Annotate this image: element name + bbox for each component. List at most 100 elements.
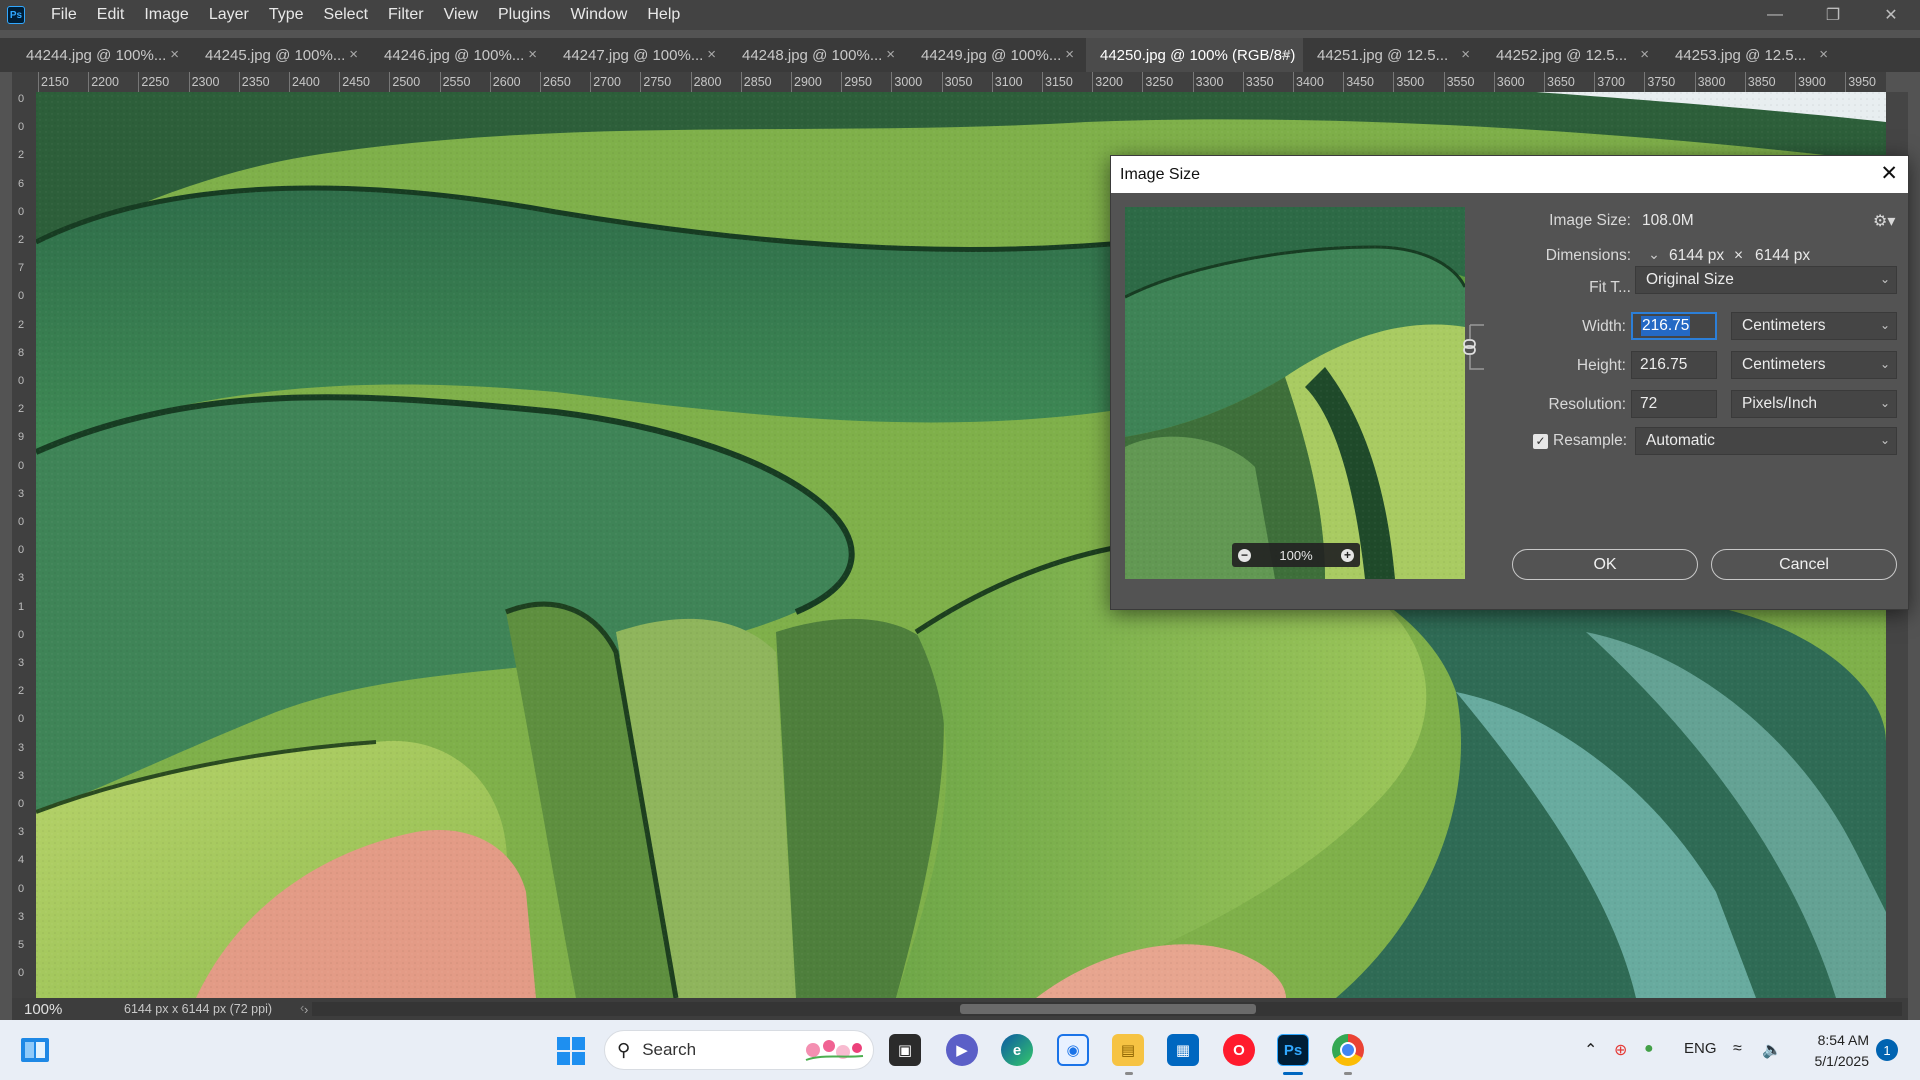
tab-44250-active[interactable]: 44250.jpg @ 100% (RGB/8#) × xyxy=(1086,38,1303,72)
ruler-tick-label: 1 xyxy=(17,600,25,613)
clock-date[interactable]: 5/1/2025 xyxy=(1805,1053,1870,1069)
cancel-button[interactable]: Cancel xyxy=(1711,549,1897,580)
width-input[interactable]: 216.75 xyxy=(1631,312,1717,340)
zoom-in-icon[interactable]: + xyxy=(1341,548,1354,562)
restore-button[interactable]: ❐ xyxy=(1804,0,1862,30)
width-value: 216.75 xyxy=(1641,316,1691,336)
close-icon: ✕ xyxy=(1884,7,1898,24)
taskbar-file-manager-icon[interactable]: ▣ xyxy=(889,1034,921,1066)
taskbar-store-icon[interactable]: ▦ xyxy=(1167,1034,1199,1066)
zoom-level[interactable]: 100% xyxy=(12,1001,94,1018)
show-hidden-icons-chevron-up-icon[interactable]: ⌃ xyxy=(1584,1040,1597,1060)
ruler-tick-label: 3850 xyxy=(1744,72,1776,92)
clock-time[interactable]: 8:54 AM xyxy=(1809,1032,1869,1048)
ruler-tick-label: 2750 xyxy=(640,72,672,92)
constrain-proportions-link-icon[interactable] xyxy=(1460,323,1486,371)
menu-edit[interactable]: Edit xyxy=(87,0,135,30)
taskbar-photoshop-icon[interactable]: Ps xyxy=(1277,1034,1309,1066)
ruler-tick-label: 2550 xyxy=(439,72,471,92)
menu-plugins[interactable]: Plugins xyxy=(488,0,560,30)
status-arrow-icon[interactable]: › xyxy=(304,1002,308,1017)
horizontal-scroll-thumb[interactable] xyxy=(960,1004,1256,1014)
ruler-tick-label: 3400 xyxy=(1293,72,1324,92)
tab-44249[interactable]: 44249.jpg @ 100%... × xyxy=(907,38,1086,72)
ruler-corner[interactable] xyxy=(12,72,36,92)
dialog-close-icon[interactable]: ✕ xyxy=(1880,163,1898,185)
image-preview[interactable]: − 100% + xyxy=(1125,207,1465,579)
tab-44247[interactable]: 44247.jpg @ 100%... × xyxy=(549,38,728,72)
tab-close-icon[interactable]: × xyxy=(1065,46,1074,63)
ruler-tick-label: 3500 xyxy=(1393,72,1425,92)
tab-close-icon[interactable]: × xyxy=(707,46,716,63)
wifi-icon[interactable]: ≈ xyxy=(1733,1040,1742,1058)
horizontal-ruler[interactable]: 2150 2200 2250 2300 2350 2400 2450 2500 2550 2600… xyxy=(36,72,1886,93)
menu-image[interactable]: Image xyxy=(134,0,198,30)
fit-to-dropdown[interactable]: Original Size ⌄ xyxy=(1635,266,1897,294)
tab-label: 44252.jpg @ 12.5... xyxy=(1496,46,1628,64)
height-input[interactable]: 216.75 xyxy=(1631,351,1717,379)
tab-close-icon[interactable]: × xyxy=(1461,46,1470,63)
height-value: 216.75 xyxy=(1640,356,1688,373)
menu-layer[interactable]: Layer xyxy=(199,0,259,30)
vertical-ruler[interactable]: 0 0 2 6 0 2 7 0 2 8 0 2 9 0 3 0 0 3 1 0 3 2 0 3 3 0 3 4 0 3 5 0 xyxy=(12,92,37,998)
menu-view[interactable]: View xyxy=(434,0,488,30)
vpn-shield-icon[interactable]: ⊕ xyxy=(1614,1040,1627,1060)
resolution-input[interactable]: 72 xyxy=(1631,390,1717,418)
ruler-tick-label: 4 xyxy=(17,854,25,867)
scroll-left-icon[interactable]: ‹ xyxy=(300,1000,304,1015)
height-unit-dropdown[interactable]: Centimeters ⌄ xyxy=(1731,351,1897,379)
resolution-unit-dropdown[interactable]: Pixels/Inch ⌄ xyxy=(1731,390,1897,418)
ruler-tick-label: 7 xyxy=(17,262,25,275)
tab-44253[interactable]: 44253.jpg @ 12.5... × xyxy=(1661,38,1840,72)
dimensions-unit-dropdown-icon[interactable]: ⌄ xyxy=(1645,245,1663,263)
resample-label: Resample: xyxy=(1553,432,1628,449)
tab-close-icon[interactable]: × xyxy=(1282,46,1291,63)
tab-close-icon[interactable]: × xyxy=(1819,46,1828,63)
windows-start-icon[interactable] xyxy=(557,1037,585,1065)
taskbar-opera-icon[interactable]: O xyxy=(1223,1034,1255,1066)
widgets-icon[interactable] xyxy=(20,1037,50,1063)
tab-label: 44245.jpg @ 100%... xyxy=(205,46,346,64)
tab-close-icon[interactable]: × xyxy=(1640,46,1649,63)
taskbar-search-box[interactable]: ⚲ Search xyxy=(604,1030,874,1070)
tab-44244[interactable]: 44244.jpg @ 100%... × xyxy=(12,38,191,72)
resample-checkbox[interactable]: ✓ xyxy=(1533,434,1548,449)
windows-taskbar: ⚲ Search ▣ ▶ e ◉ ▤ ▦ O Ps ⌃ ⊕ ● ENG ≈ 🔈 … xyxy=(0,1020,1920,1080)
tab-close-icon[interactable]: × xyxy=(528,46,537,63)
menu-file[interactable]: File xyxy=(41,0,87,30)
tab-44246[interactable]: 44246.jpg @ 100%... × xyxy=(370,38,549,72)
fit-to-label: Fit T... xyxy=(1589,279,1631,296)
taskbar-photos-icon[interactable]: ◉ xyxy=(1057,1034,1089,1066)
tab-44252[interactable]: 44252.jpg @ 12.5... × xyxy=(1482,38,1661,72)
menu-window[interactable]: Window xyxy=(560,0,637,30)
ruler-tick-label: 3 xyxy=(17,572,25,585)
close-window-button[interactable]: ✕ xyxy=(1862,0,1920,30)
resample-method-dropdown[interactable]: Automatic ⌄ xyxy=(1635,427,1897,455)
menu-select[interactable]: Select xyxy=(314,0,378,30)
tab-close-icon[interactable]: × xyxy=(349,46,358,63)
ruler-tick-label: 2500 xyxy=(389,72,421,92)
ok-button[interactable]: OK xyxy=(1512,549,1698,580)
taskbar-chrome-icon[interactable] xyxy=(1332,1034,1364,1066)
menu-type[interactable]: Type xyxy=(259,0,314,30)
tab-44245[interactable]: 44245.jpg @ 100%... × xyxy=(191,38,370,72)
tab-44251[interactable]: 44251.jpg @ 12.5... × xyxy=(1303,38,1482,72)
taskbar-teams-icon[interactable]: ▶ xyxy=(946,1034,978,1066)
width-unit-dropdown[interactable]: Centimeters ⌄ xyxy=(1731,312,1897,340)
taskbar-edge-icon[interactable]: e xyxy=(1001,1034,1033,1066)
notification-badge[interactable]: 1 xyxy=(1876,1039,1898,1061)
gear-icon[interactable]: ⚙▾ xyxy=(1873,211,1895,231)
menu-help[interactable]: Help xyxy=(637,0,690,30)
network-globe-icon[interactable]: ● xyxy=(1644,1040,1654,1058)
cancel-label: Cancel xyxy=(1779,555,1829,573)
tab-close-icon[interactable]: × xyxy=(886,46,895,63)
minimize-button[interactable]: — xyxy=(1746,0,1804,30)
language-indicator[interactable]: ENG xyxy=(1684,1040,1717,1057)
menu-filter[interactable]: Filter xyxy=(378,0,434,30)
horizontal-scrollbar[interactable]: ‹ xyxy=(300,1000,1902,1016)
speaker-muted-icon[interactable]: 🔈 xyxy=(1762,1040,1782,1060)
tab-close-icon[interactable]: × xyxy=(170,46,179,63)
taskbar-file-explorer-icon[interactable]: ▤ xyxy=(1112,1034,1144,1066)
tab-44248[interactable]: 44248.jpg @ 100%... × xyxy=(728,38,907,72)
zoom-out-icon[interactable]: − xyxy=(1238,548,1251,562)
